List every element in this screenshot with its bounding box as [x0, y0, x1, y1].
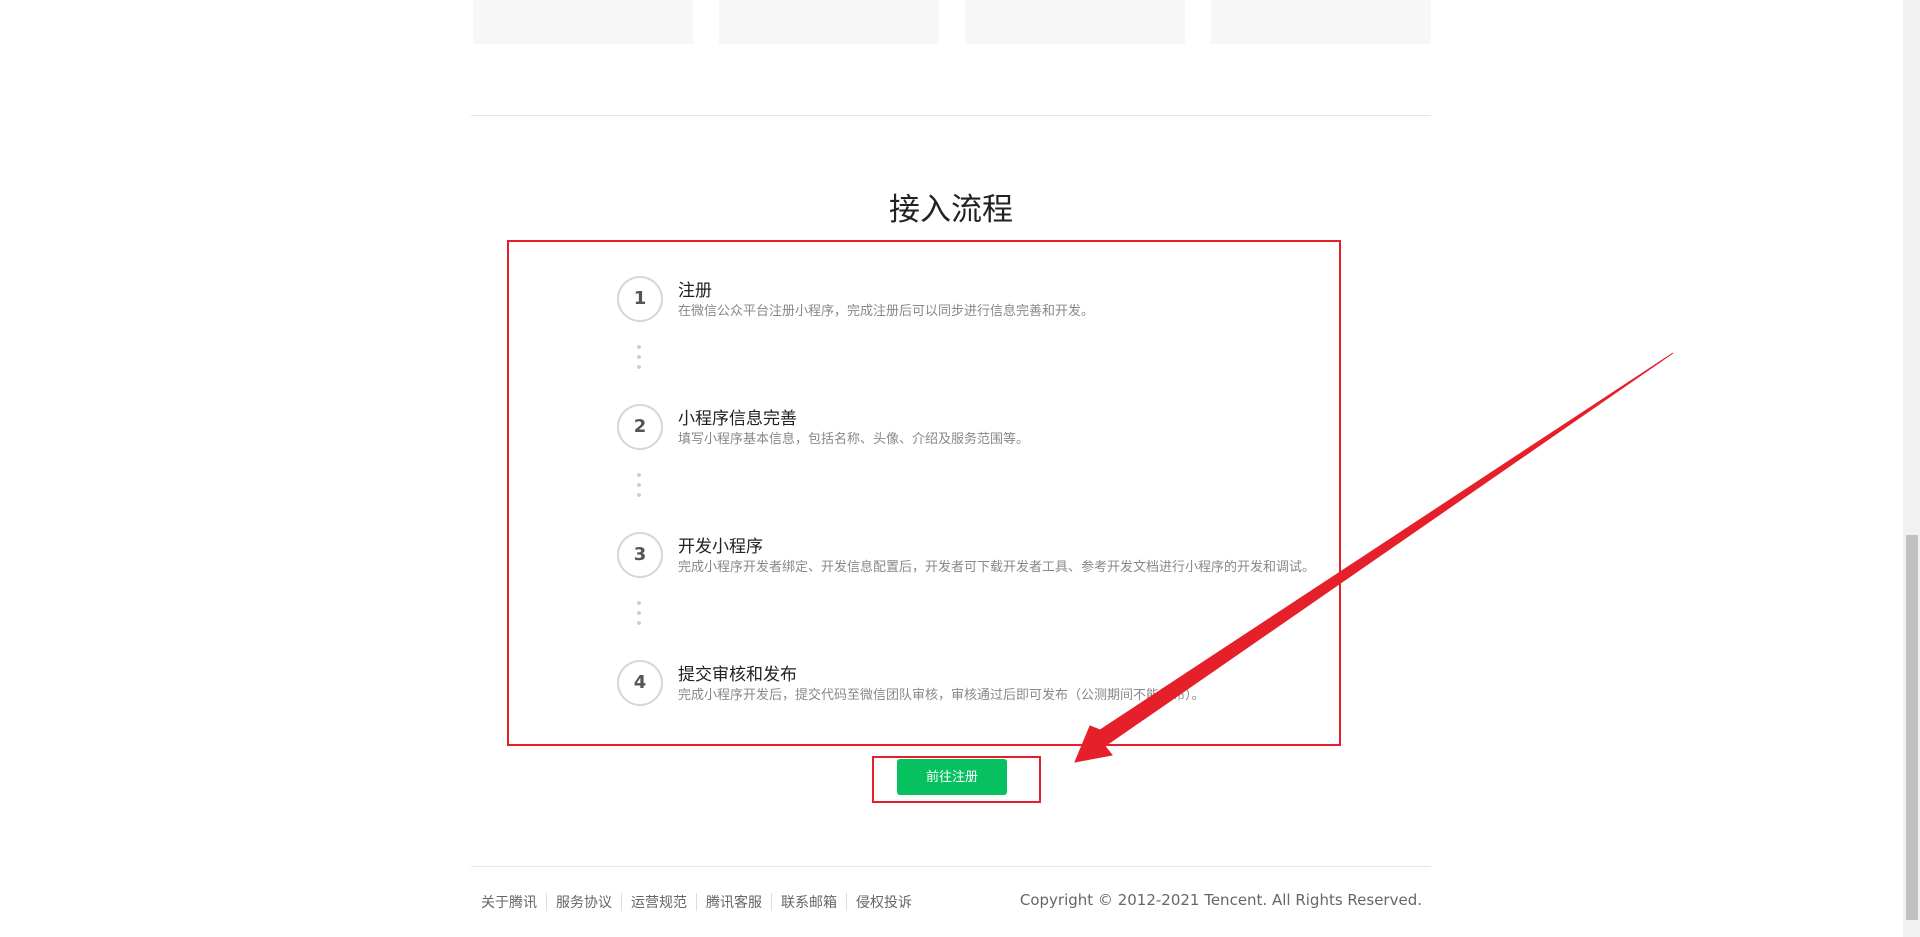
footer-link-agreement[interactable]: 服务协议 [556, 892, 612, 912]
footer-separator [771, 893, 772, 911]
top-card[interactable] [1211, 0, 1431, 44]
annotation-box-steps [507, 240, 1341, 746]
footer-link-about[interactable]: 关于腾讯 [481, 892, 537, 912]
footer-separator [546, 893, 547, 911]
footer-link-complaint[interactable]: 侵权投诉 [856, 892, 912, 912]
scrollbar[interactable] [1903, 0, 1920, 937]
scrollbar-thumb[interactable] [1906, 535, 1918, 920]
footer-link-rules[interactable]: 运营规范 [631, 892, 687, 912]
section-divider [471, 115, 1431, 116]
footer-link-support[interactable]: 腾讯客服 [706, 892, 762, 912]
copyright-text: Copyright © 2012-2021 Tencent. All Right… [1019, 891, 1422, 909]
top-card[interactable] [473, 0, 693, 44]
footer-separator [621, 893, 622, 911]
page: 接入流程 1 注册 在微信公众平台注册小程序，完成注册后可以同步进行信息完善和开… [0, 0, 1920, 937]
register-button[interactable]: 前往注册 [897, 759, 1007, 795]
footer-separator [696, 893, 697, 911]
footer-divider [471, 866, 1431, 867]
section-title: 接入流程 [889, 192, 1013, 228]
footer-link-email[interactable]: 联系邮箱 [781, 892, 837, 912]
top-card[interactable] [965, 0, 1185, 44]
footer-links: 关于腾讯 服务协议 运营规范 腾讯客服 联系邮箱 侵权投诉 [481, 892, 912, 912]
footer-separator [846, 893, 847, 911]
top-card[interactable] [719, 0, 939, 44]
